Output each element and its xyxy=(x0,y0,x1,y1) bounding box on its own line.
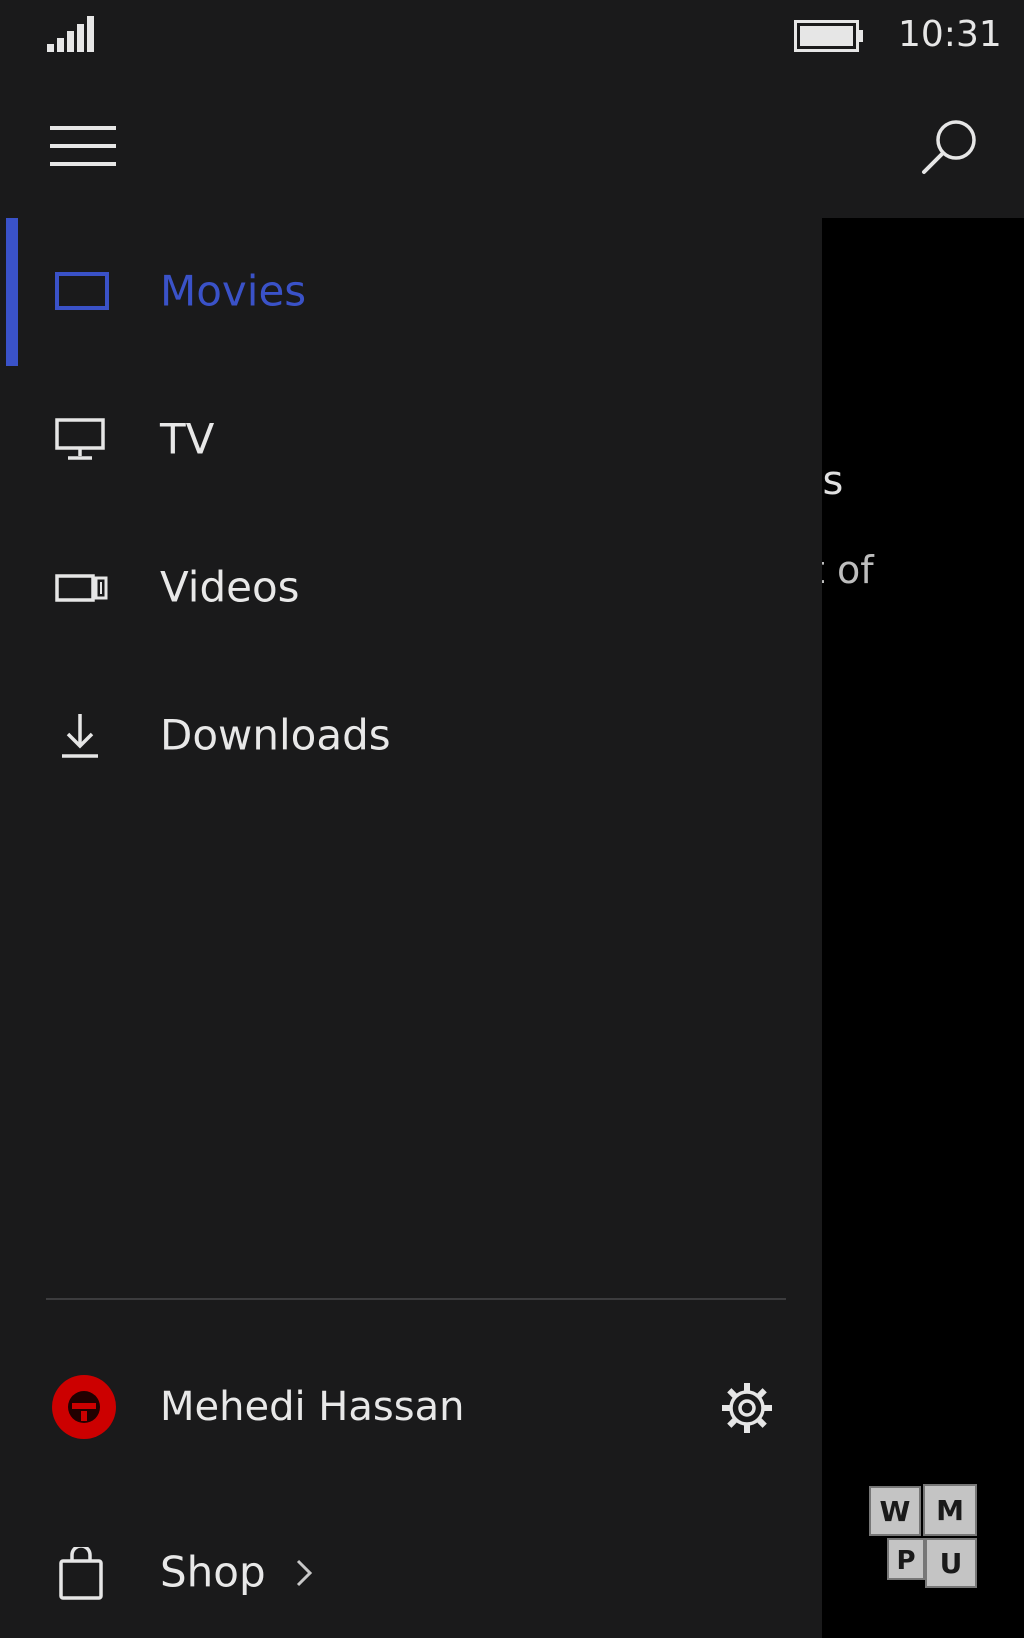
nav-item-movies[interactable]: Movies xyxy=(0,218,822,366)
movies-icon xyxy=(55,272,109,310)
wmpu-logo: W M P U xyxy=(869,1484,977,1588)
main-content: os t of W M P U xyxy=(822,218,1024,1638)
status-bar: 10:31 xyxy=(0,0,1024,80)
drawer-divider xyxy=(46,1298,786,1300)
shop-row[interactable]: Shop xyxy=(0,1513,822,1633)
active-indicator xyxy=(6,218,18,366)
avatar-icon xyxy=(68,1391,100,1423)
status-time: 10:31 xyxy=(898,14,1002,55)
nav-label-downloads: Downloads xyxy=(160,710,391,760)
battery-icon xyxy=(794,20,863,52)
signal-icon xyxy=(47,16,94,52)
tv-icon xyxy=(55,418,105,460)
wmpu-letter-p: P xyxy=(896,1546,915,1576)
content-text-fragment: t of xyxy=(822,548,874,592)
avatar[interactable] xyxy=(52,1375,116,1439)
chevron-right-icon xyxy=(296,1559,313,1587)
account-name[interactable]: Mehedi Hassan xyxy=(160,1384,464,1430)
download-icon xyxy=(62,714,98,758)
wmpu-letter-u: U xyxy=(940,1547,963,1580)
shopping-bag-icon xyxy=(59,1547,103,1600)
video-camera-icon xyxy=(55,574,108,602)
account-row[interactable]: Mehedi Hassan xyxy=(0,1343,822,1473)
app-header xyxy=(0,80,1024,218)
nav-label-tv: TV xyxy=(160,414,215,464)
wmpu-letter-w: W xyxy=(880,1495,911,1528)
nav-label-videos: Videos xyxy=(160,562,300,612)
nav-item-tv[interactable]: TV xyxy=(0,366,822,514)
shop-label: Shop xyxy=(160,1547,266,1597)
gear-icon[interactable] xyxy=(720,1381,774,1435)
hamburger-icon[interactable] xyxy=(50,122,116,170)
nav-label-movies: Movies xyxy=(160,266,307,316)
content-title-fragment: os xyxy=(822,458,844,504)
navigation-drawer: Movies TV Videos Downloads Mehedi Hassan… xyxy=(0,218,822,1638)
search-icon[interactable] xyxy=(918,114,982,178)
wmpu-letter-m: M xyxy=(936,1494,964,1527)
nav-item-downloads[interactable]: Downloads xyxy=(0,662,822,810)
nav-item-videos[interactable]: Videos xyxy=(0,514,822,662)
